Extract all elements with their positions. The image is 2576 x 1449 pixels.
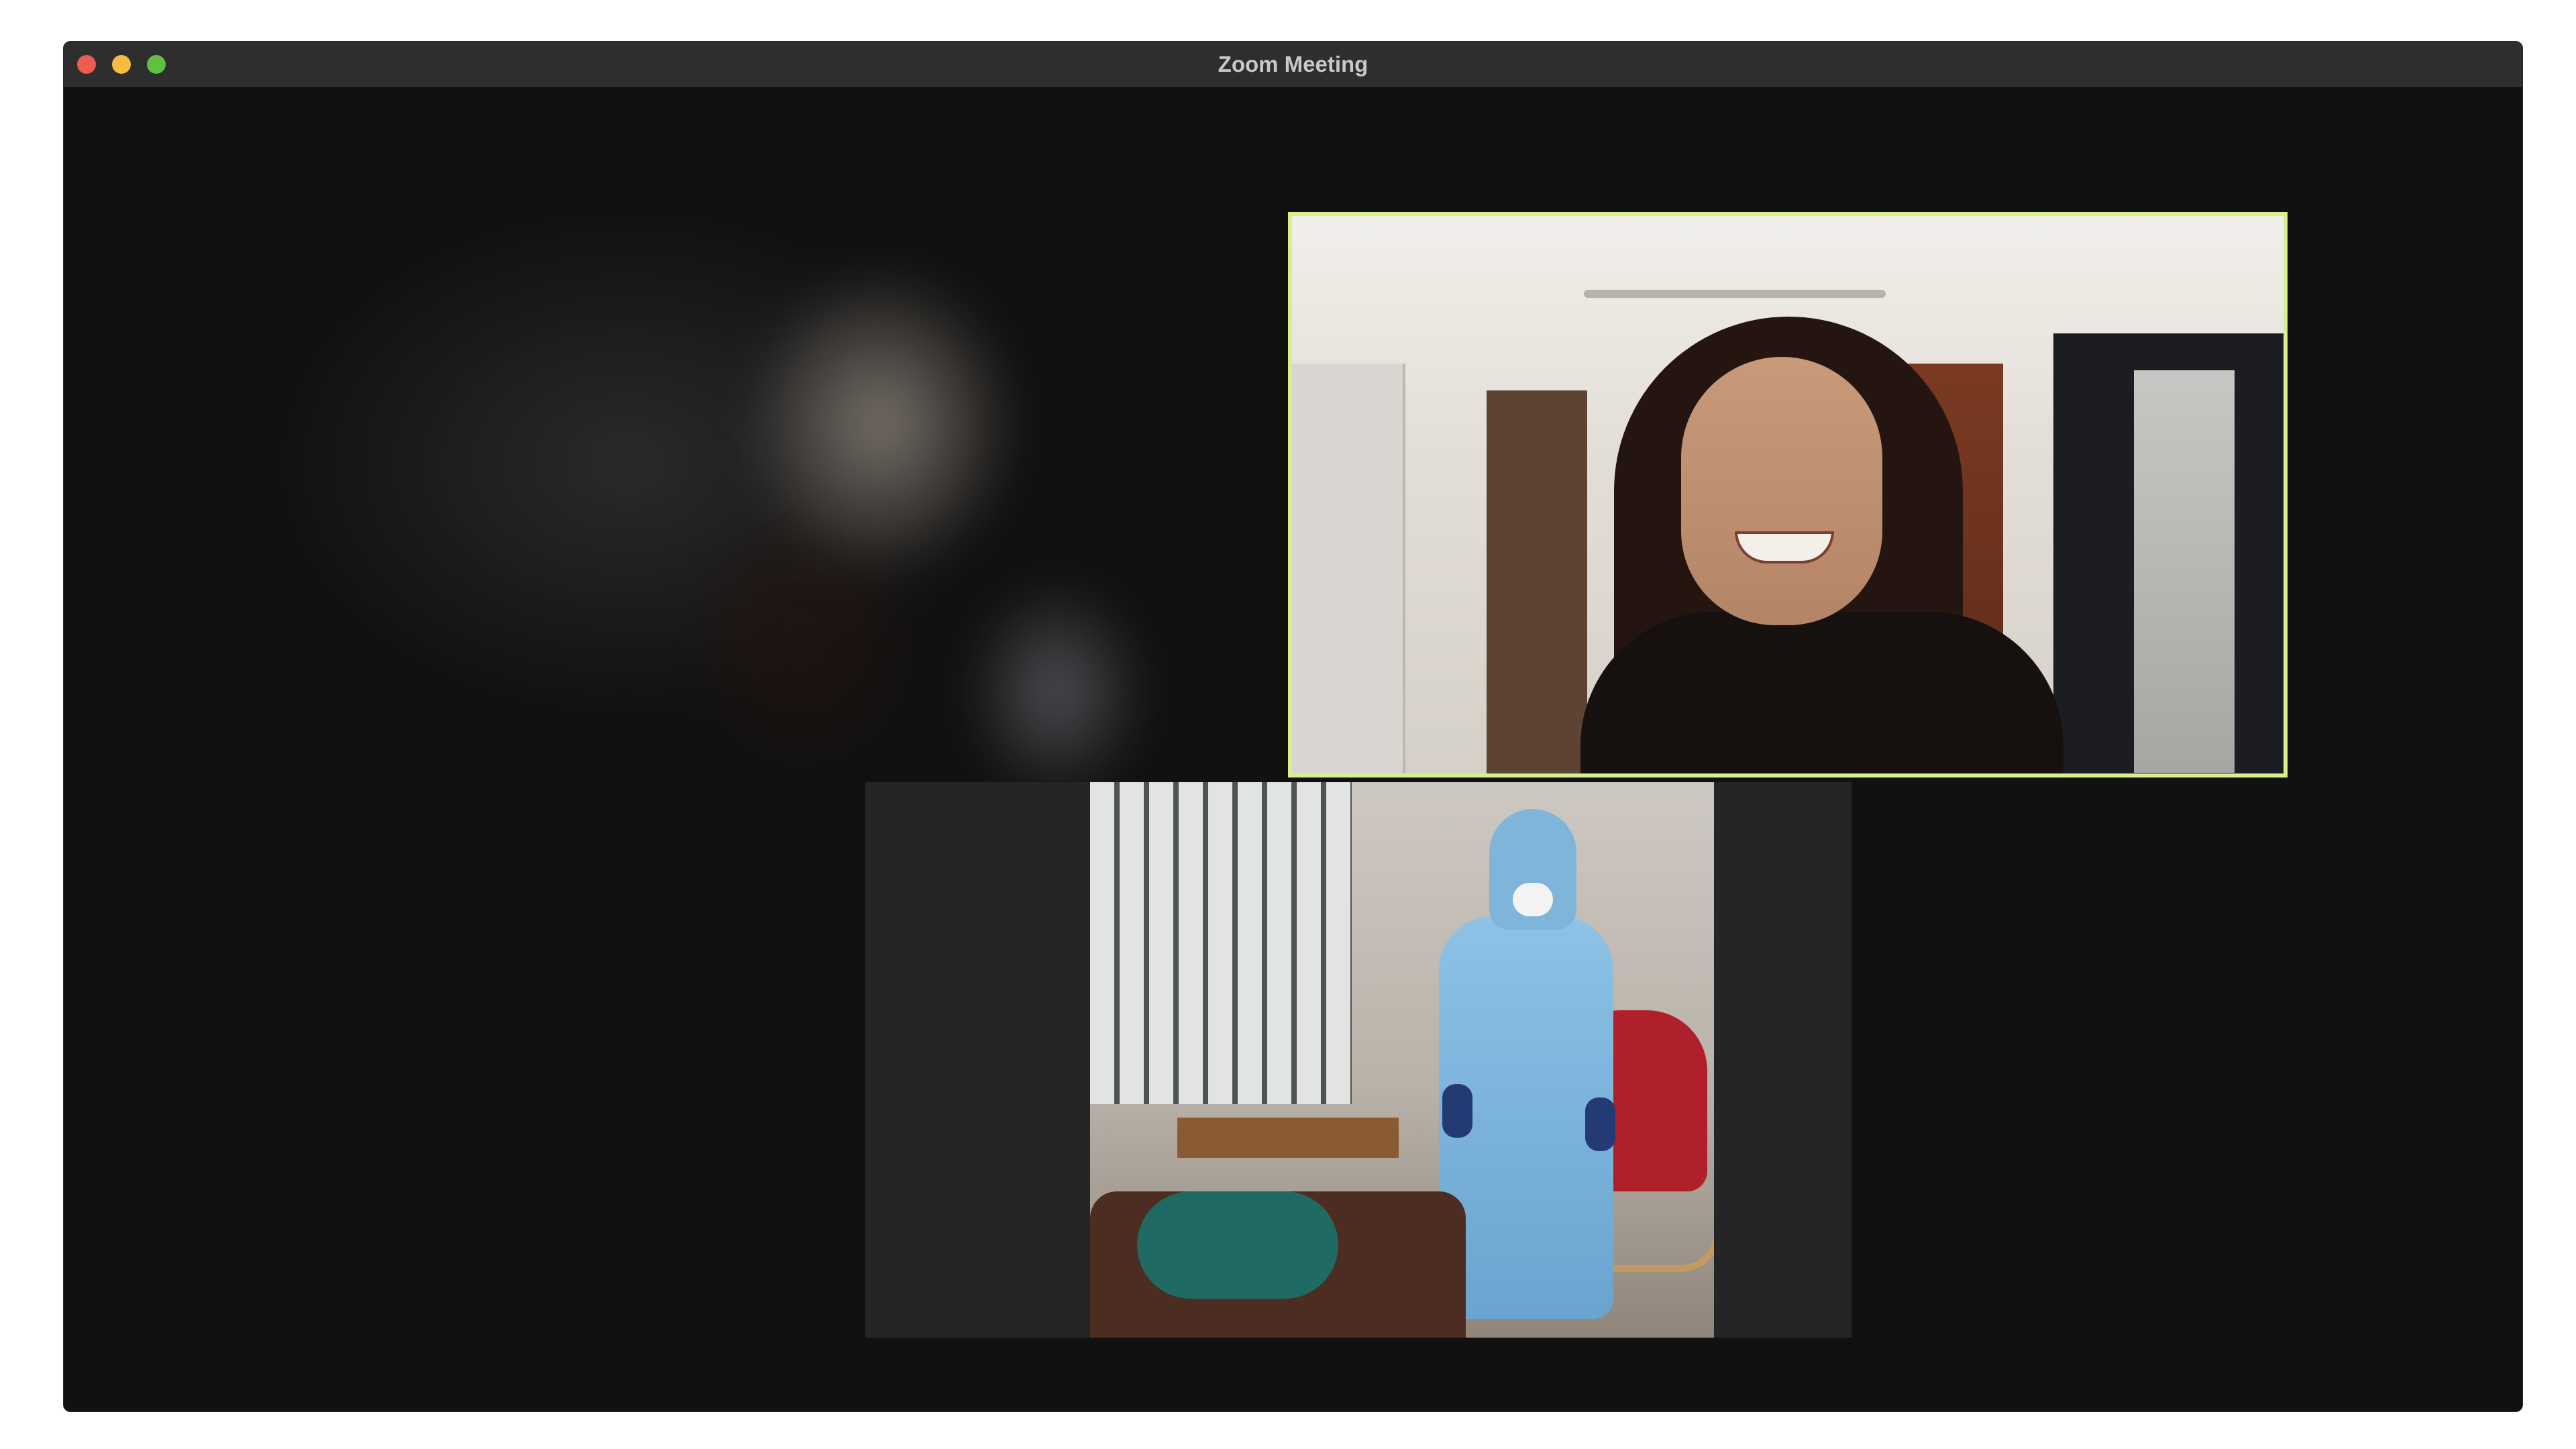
left-glove <box>1442 1084 1472 1138</box>
cabinet-mirror <box>2134 370 2235 773</box>
white-door <box>1292 364 1405 773</box>
coffee-table <box>1177 1118 1399 1158</box>
green-bag <box>1137 1191 1338 1299</box>
right-glove <box>1585 1097 1615 1151</box>
participant-face <box>1681 357 1882 625</box>
participant-body <box>1580 612 2063 773</box>
active-speaker-video-tile[interactable] <box>1288 212 2288 777</box>
title-bar[interactable]: Zoom Meeting <box>64 42 2522 88</box>
ceiling-fan-rod <box>1584 290 1886 298</box>
participant-video-tile[interactable] <box>865 782 1851 1338</box>
window-title: Zoom Meeting <box>1218 52 1368 76</box>
window-blinds <box>1090 782 1352 1104</box>
mirror <box>1487 390 1587 773</box>
video-gallery <box>64 87 2522 1411</box>
face-mask <box>1513 883 1553 916</box>
participant-video-feed <box>1090 782 1714 1338</box>
zoom-meeting-window: Zoom Meeting <box>64 42 2522 1411</box>
